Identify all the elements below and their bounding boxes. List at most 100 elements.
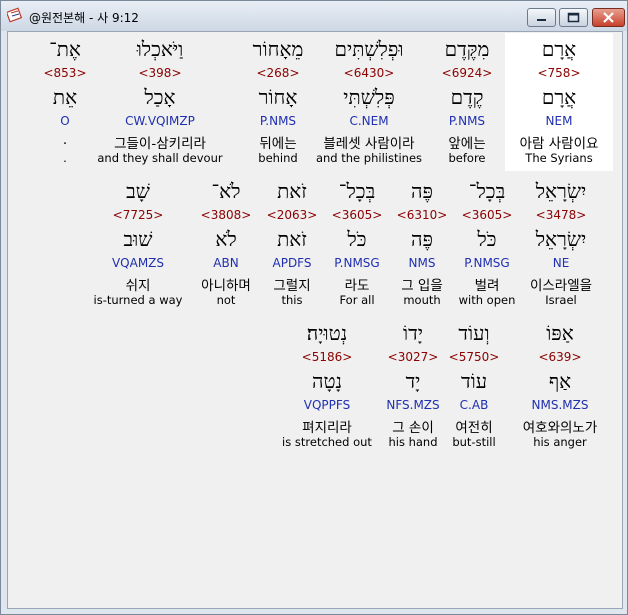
korean-gloss: 아니하며: [201, 278, 251, 294]
hebrew-word: בְּכָל־: [338, 179, 376, 203]
hebrew-word: מֵאָחוֹר: [252, 37, 304, 61]
hebrew-lexeme: יָד: [405, 369, 421, 393]
morphology-code: VQAMZS: [111, 256, 165, 270]
strong-number: <2063>: [266, 208, 318, 222]
korean-gloss: 여호와의노가: [522, 420, 598, 436]
hebrew-lexeme: פֶּה: [411, 227, 433, 251]
maximize-icon: [567, 12, 580, 23]
main-window: @원전본해 - 사 9:12 אֲרָם <758> אֲרָם NEM 아람 …: [0, 0, 628, 615]
morphology-code: O: [60, 114, 70, 128]
english-gloss: his anger: [533, 435, 587, 449]
strong-number: <6310>: [396, 208, 448, 222]
word-cell[interactable]: נְטוּיָה׃ <5186> נָטָה VQPPFS 펴지리라 is st…: [277, 317, 377, 455]
english-gloss: with open: [458, 293, 516, 307]
morphology-code: NMS: [408, 256, 436, 270]
english-gloss: behind: [258, 151, 298, 165]
korean-gloss: 아람 사람이요: [519, 136, 599, 152]
interlinear-view: אֲרָם <758> אֲרָם NEM 아람 사람이요 The Syrian…: [7, 31, 623, 609]
word-cell[interactable]: מֵאָחוֹר <268> אָחוֹר P.NMS 뒤에는 behind: [228, 33, 328, 171]
morphology-code: CW.VQIMZP: [125, 114, 195, 128]
morphology-code: VQPPFS: [303, 398, 351, 412]
word-cell[interactable]: שָׁב <7725> שׁוּב VQAMZS 쉬지 is-turned a …: [88, 175, 188, 313]
word-cell[interactable]: לֹא־ <3808> לֹא ABN 아니하며 not: [190, 175, 262, 313]
minimize-icon: [537, 19, 546, 21]
word-cell[interactable]: וַיֹּאכְלוּ <398> אָכַל CW.VQIMZP 그들이-삼키…: [95, 33, 225, 171]
word-cell[interactable]: פֶּה <6310> פֶּה NMS 그 입을 mouth: [389, 175, 455, 313]
title-bar[interactable]: @원전본해 - 사 9:12: [1, 1, 627, 31]
korean-gloss: 그럴지: [273, 278, 311, 294]
word-cell[interactable]: אַפּוֹ <639> אַף NMS.MZS 여호와의노가 his ange…: [508, 317, 612, 455]
minimize-button[interactable]: [527, 8, 556, 27]
korean-gloss: .: [62, 132, 68, 148]
word-cell[interactable]: בְּכָל־ <3605> כֹּל P.NMSG 벌려 with open: [447, 175, 527, 313]
korean-gloss: 그 입을: [401, 278, 443, 294]
english-gloss: mouth: [403, 293, 441, 307]
hebrew-lexeme: אַף: [548, 369, 572, 393]
hebrew-lexeme: זֹאת: [277, 227, 307, 251]
hebrew-word: פֶּה: [411, 179, 433, 203]
morphology-code: NEM: [545, 114, 573, 128]
hebrew-lexeme: כֹּל: [477, 227, 497, 251]
korean-gloss: 그들이-삼키리라: [114, 136, 206, 152]
strong-number: <3027>: [387, 350, 439, 364]
strong-number: <3605>: [461, 208, 513, 222]
hebrew-word: יָדוֹ: [403, 321, 423, 345]
english-gloss: his hand: [388, 435, 438, 449]
word-cell[interactable]: בְּכָל־ <3605> כֹּל P.NMSG 라도 For all: [322, 175, 392, 313]
strong-number: <3808>: [200, 208, 252, 222]
close-icon: [603, 12, 614, 23]
korean-gloss: 쉬지: [125, 278, 151, 294]
hebrew-lexeme: כֹּל: [347, 227, 367, 251]
hebrew-lexeme: נָטָה: [311, 369, 343, 393]
maximize-button[interactable]: [559, 8, 588, 27]
close-button[interactable]: [592, 8, 625, 27]
morphology-code: P.NMS: [259, 114, 297, 128]
english-gloss: .: [63, 151, 67, 165]
strong-number: <268>: [256, 66, 300, 80]
word-cell[interactable]: יָדוֹ <3027> יָד NFS.MZS 그 손이 his hand: [373, 317, 453, 455]
strong-number: <639>: [538, 350, 582, 364]
strong-number: <5186>: [301, 350, 353, 364]
english-gloss: this: [281, 293, 303, 307]
strong-number: <853>: [43, 66, 87, 80]
strong-number: <7725>: [112, 208, 164, 222]
word-cell[interactable]: אֶת־ <853> אֵת O . .: [25, 33, 105, 171]
hebrew-word: נְטוּיָה׃: [306, 321, 348, 345]
window-title: @원전본해 - 사 9:12: [29, 11, 139, 25]
english-gloss: and they shall devour: [97, 151, 223, 165]
hebrew-lexeme: אָחוֹר: [258, 85, 298, 109]
hebrew-word: בְּכָל־: [468, 179, 506, 203]
strong-number: <3605>: [331, 208, 383, 222]
hebrew-lexeme: אֵת: [52, 85, 78, 109]
hebrew-word: אַפּוֹ: [546, 321, 574, 345]
hebrew-word: לֹא־: [211, 179, 241, 203]
hebrew-word: וַיֹּאכְלוּ: [136, 37, 184, 61]
hebrew-lexeme: אָכַל: [144, 85, 176, 109]
morphology-code: ABN: [213, 256, 239, 270]
hebrew-word: אֶת־: [49, 37, 81, 61]
morphology-code: NMS.MZS: [531, 398, 589, 412]
hebrew-word: זֹאת: [277, 179, 307, 203]
english-gloss: The Syrians: [525, 151, 593, 165]
korean-gloss: 뒤에는: [259, 136, 297, 152]
word-cell[interactable]: זֹאת <2063> זֹאת APDFS 그럴지 this: [262, 175, 322, 313]
hebrew-lexeme: שׁוּב: [123, 227, 153, 251]
morphology-code: NFS.MZS: [386, 398, 440, 412]
korean-gloss: 펴지리라: [302, 420, 352, 436]
morphology-code: P.NMSG: [334, 256, 380, 270]
strong-number: <758>: [537, 66, 581, 80]
word-cell[interactable]: אֲרָם <758> אֲרָם NEM 아람 사람이요 The Syrian…: [505, 33, 613, 171]
english-gloss: is-turned a way: [93, 293, 183, 307]
english-gloss: is stretched out: [282, 435, 372, 449]
morphology-code: P.NMSG: [464, 256, 510, 270]
hebrew-lexeme: לֹא: [215, 227, 237, 251]
strong-number: <398>: [138, 66, 182, 80]
app-icon: [7, 7, 23, 23]
hebrew-word: אֲרָם: [541, 37, 577, 61]
hebrew-word: שָׁב: [126, 179, 150, 203]
morphology-code: APDFS: [272, 256, 312, 270]
korean-gloss: 라도: [344, 278, 370, 294]
korean-gloss: 벌려: [474, 278, 500, 294]
hebrew-lexeme: אֲרָם: [541, 85, 577, 109]
english-gloss: not: [216, 293, 236, 307]
